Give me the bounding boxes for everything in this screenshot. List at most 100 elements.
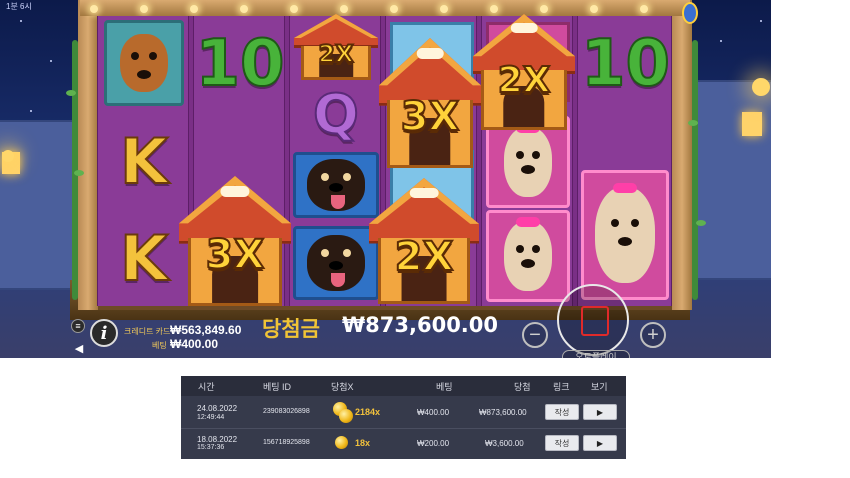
- house-window: [742, 112, 762, 136]
- coin-icon: [335, 436, 348, 449]
- bet-history-table: 시간 베팅 ID 당첨X 베팅 당첨 링크 보기 24.08.2022 12:4…: [181, 376, 626, 459]
- info-icon[interactable]: i: [90, 319, 118, 347]
- autoplay-button[interactable]: 오토플레이: [562, 350, 630, 358]
- replay-button[interactable]: ▶: [583, 435, 617, 451]
- star: [760, 20, 762, 22]
- game-hud: ≡ i ◀ 크레디트 카드 ₩563,849.60 베팅 ₩400.00 당첨금…: [0, 284, 771, 358]
- replay-button[interactable]: ▶: [583, 404, 617, 420]
- row-multiplier: 2184x: [355, 407, 381, 417]
- reel-grid: K K 10 2X Q 10 3X 2X 3X 2X: [97, 14, 672, 306]
- light-bulb: [90, 5, 98, 13]
- light-bulb: [640, 5, 648, 13]
- star: [20, 20, 22, 22]
- light-bulb: [390, 5, 398, 13]
- symbol-shihtzu: [482, 116, 574, 212]
- header-view: 보기: [591, 382, 608, 392]
- symbol-10: 10: [580, 26, 671, 102]
- star: [50, 60, 52, 62]
- porch-post-left: [78, 0, 98, 310]
- stop-icon: [581, 306, 609, 336]
- view-details-button[interactable]: 작성: [545, 404, 579, 420]
- left-house: [0, 120, 80, 290]
- row-bet-id: 239083026898: [263, 408, 310, 415]
- header-win: 당첨: [514, 382, 531, 392]
- dachshund-face-icon: [120, 34, 168, 92]
- row-bet: ₩200.00: [417, 439, 450, 448]
- bet-value: ₩400.00: [170, 337, 219, 351]
- doghouse-wild-3x: 3X: [379, 38, 481, 168]
- doghouse-wild-3x: 3X: [179, 176, 291, 306]
- leaf: [74, 170, 84, 176]
- rottweiler-face-icon: [307, 159, 365, 211]
- header-link: 링크: [553, 382, 570, 392]
- row-win: ₩873,600.00: [479, 408, 527, 417]
- roof-beam: [80, 0, 690, 16]
- light-bulb: [290, 5, 298, 13]
- menu-icon[interactable]: ≡: [71, 319, 85, 333]
- decrease-bet-button[interactable]: −: [522, 322, 548, 348]
- street-lamp: [2, 150, 14, 162]
- win-amount: ₩873,600.00: [342, 313, 499, 337]
- light-bulb: [540, 5, 548, 13]
- view-details-button[interactable]: 작성: [545, 435, 579, 451]
- row-bet-id: 156718925898: [263, 439, 310, 446]
- symbol-10: 10: [194, 26, 285, 102]
- right-house: [690, 80, 771, 280]
- coin-stack-icon: [339, 409, 353, 423]
- spin-button[interactable]: [557, 284, 629, 356]
- light-bulb: [490, 5, 498, 13]
- symbol-shihtzu: [482, 210, 574, 306]
- light-bulb: [240, 5, 248, 13]
- header-time: 시간: [198, 382, 215, 392]
- light-bulb: [440, 5, 448, 13]
- row-multiplier: 18x: [355, 438, 371, 448]
- table-row: 18.08.2022 15:37:36 156718925898 18x ₩20…: [181, 428, 626, 459]
- porch-post-right: [672, 0, 692, 310]
- light-bulb: [190, 5, 198, 13]
- table-header: 시간 베팅 ID 당첨X 베팅 당첨 링크 보기: [181, 376, 626, 396]
- leaf: [66, 90, 76, 96]
- table-row: 24.08.2022 12:49:44 239083026898 2184x ₩…: [181, 397, 626, 428]
- symbol-k: K: [119, 221, 169, 296]
- doghouse-wild-2x: 2X: [473, 14, 575, 130]
- doghouse-wild-2x: 2X: [369, 178, 479, 304]
- reel-1: K K: [97, 16, 189, 306]
- credit-label: 크레디트 카드: [124, 327, 171, 336]
- star: [720, 40, 722, 42]
- reel-3: 2X Q: [289, 14, 381, 306]
- vine-right: [692, 40, 698, 300]
- shihtzu-face-icon: [595, 183, 655, 283]
- row-time: 15:37:36: [197, 444, 225, 451]
- rottweiler-face-icon: [307, 235, 365, 291]
- header-bet-id: 베팅 ID: [263, 382, 292, 392]
- light-bulb: [340, 5, 348, 13]
- row-time: 12:49:44: [197, 414, 225, 421]
- header-bet: 베팅: [436, 382, 453, 392]
- bet-label: 베팅: [152, 341, 167, 350]
- light-bulb: [590, 5, 598, 13]
- star: [30, 110, 32, 112]
- clock-text: 1분 6시: [6, 2, 32, 11]
- shihtzu-face-icon: [504, 123, 552, 197]
- leaf: [688, 120, 698, 126]
- row-bet: ₩400.00: [417, 408, 450, 417]
- street-lamp: [752, 78, 770, 96]
- symbol-q: Q: [312, 82, 360, 147]
- row-win: ₩3,600.00: [485, 439, 524, 448]
- win-label: 당첨금: [262, 317, 320, 341]
- leaf: [696, 220, 706, 226]
- light-bulb: [140, 5, 148, 13]
- bird-icon: [682, 2, 698, 24]
- credit-value: ₩563,849.60: [170, 323, 242, 337]
- slot-game-window: K K 10 2X Q 10 3X 2X 3X 2X 1분 6시 ≡ i ◀ 크…: [0, 0, 771, 358]
- increase-bet-button[interactable]: +: [640, 322, 666, 348]
- row-date: 24.08.2022: [197, 404, 238, 413]
- symbol-dachshund: [98, 16, 190, 112]
- sound-icon[interactable]: ◀: [72, 342, 86, 355]
- reel-6: 10: [577, 16, 672, 306]
- doghouse-icon: 2X: [294, 14, 378, 80]
- row-date: 18.08.2022: [197, 435, 238, 444]
- header-win-x: 당첨X: [331, 382, 354, 392]
- symbol-k: K: [119, 124, 169, 199]
- shihtzu-face-icon: [504, 217, 552, 291]
